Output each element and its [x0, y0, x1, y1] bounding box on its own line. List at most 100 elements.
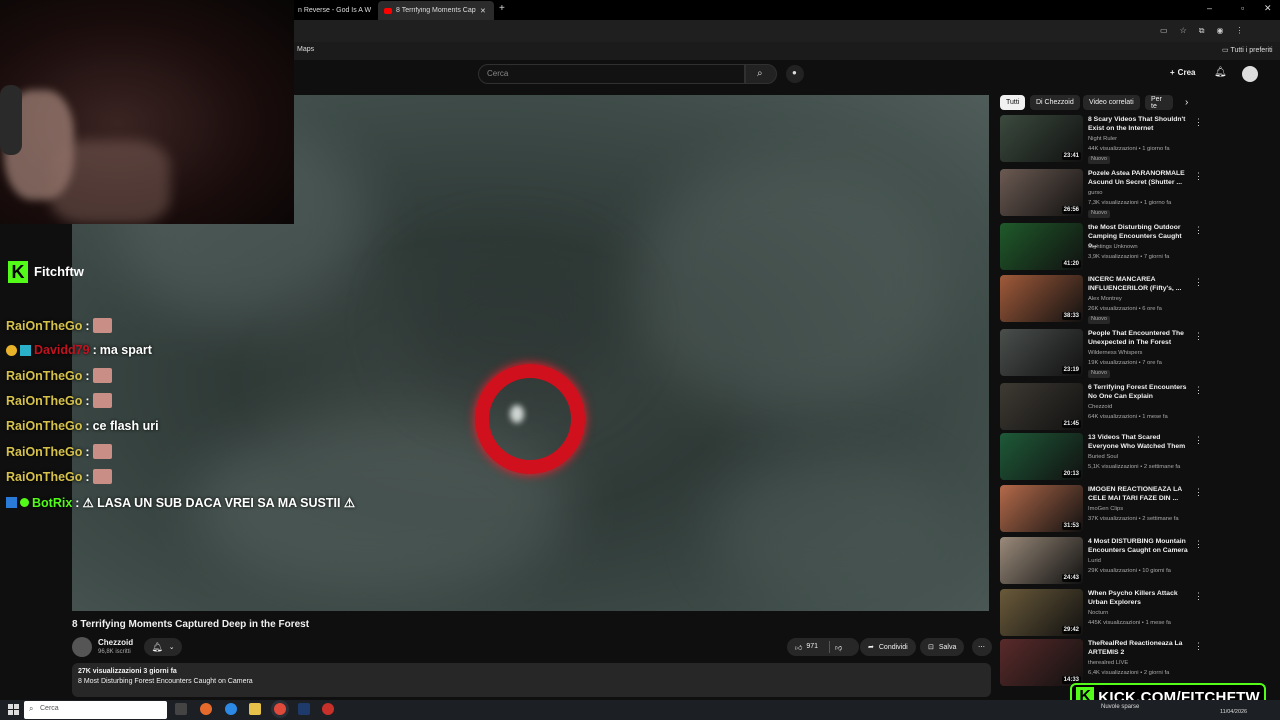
video-thumbnail[interactable]: 29:42	[1000, 589, 1083, 636]
more-options-icon[interactable]: ⋮	[1194, 641, 1203, 652]
like-button[interactable]: 👍︎ 971	[795, 643, 818, 652]
windows-start-icon[interactable]	[8, 704, 19, 715]
video-thumbnail[interactable]: 26:56	[1000, 169, 1083, 216]
description-box[interactable]: 27K visualizzazioni 3 giorni fa 8 Most D…	[72, 663, 991, 697]
file-explorer-icon[interactable]	[249, 703, 261, 715]
recommended-video-title[interactable]: 13 Videos That Scared Everyone Who Watch…	[1088, 433, 1188, 451]
recommended-video[interactable]: 38:33 INCERC MANCAREA INFLUENCERILOR (Fif…	[1000, 275, 1203, 325]
browser-tab-inactive[interactable]: n Reverse - God Is A W ✕	[292, 1, 374, 20]
photoshop-icon[interactable]	[298, 703, 310, 715]
recommended-video[interactable]: 21:45 6 Terrifying Forest Encounters No O…	[1000, 383, 1203, 433]
recommended-video-title[interactable]: When Psycho Killers Attack Urban Explore…	[1088, 589, 1188, 607]
task-view-icon[interactable]	[175, 703, 187, 715]
video-thumbnail[interactable]: 31:53	[1000, 485, 1083, 532]
recommended-channel[interactable]: Sightings Unknown	[1088, 243, 1138, 251]
more-options-icon[interactable]: ⋮	[1194, 171, 1203, 182]
video-thumbnail[interactable]: 23:19	[1000, 329, 1083, 376]
chip-from-channel[interactable]: Di Chezzoid	[1030, 95, 1080, 110]
recommended-video-title[interactable]: INCERC MANCAREA INFLUENCERILOR (Fifty's,…	[1088, 275, 1188, 293]
recommended-video-title[interactable]: 4 Most DISTURBING Mountain Encounters Ca…	[1088, 537, 1188, 555]
browser-tab-active[interactable]: 8 Terrifying Moments Captu ✕	[378, 1, 494, 20]
recommended-video-title[interactable]: People That Encountered The Unexpected i…	[1088, 329, 1188, 347]
search-input[interactable]: Cerca	[478, 64, 745, 84]
duration-badge: 29:42	[1061, 626, 1081, 634]
more-options-icon[interactable]: ⋮	[1194, 331, 1203, 342]
recommended-video[interactable]: 41:20 the Most Disturbing Outdoor Camping…	[1000, 223, 1203, 273]
recommended-channel[interactable]: Chezzoid	[1088, 403, 1112, 411]
video-thumbnail[interactable]: 20:13	[1000, 433, 1083, 480]
create-button[interactable]: + Crea	[1170, 68, 1195, 77]
more-actions-button[interactable]: ⋯	[972, 638, 992, 656]
video-thumbnail[interactable]: 38:33	[1000, 275, 1083, 322]
new-tab-icon[interactable]: +	[499, 3, 505, 14]
recommended-video[interactable]: 23:19 People That Encountered The Unexpec…	[1000, 329, 1203, 379]
more-options-icon[interactable]: ⋮	[1194, 117, 1203, 128]
recommended-channel[interactable]: Night Ruler	[1088, 135, 1117, 143]
save-button[interactable]: ⊡ Salva	[920, 638, 965, 656]
app-icon[interactable]	[322, 703, 334, 715]
subscription-bell-button[interactable]: 🔔︎ ⌄	[144, 638, 182, 656]
recommended-video[interactable]: 14:33 TheRealRed Reactioneaza La ARTEMIS …	[1000, 639, 1203, 689]
chevron-right-icon[interactable]: ›	[1185, 97, 1188, 108]
close-icon[interactable]: ✕	[480, 7, 486, 15]
recommended-video-title[interactable]: 8 Scary Videos That Shouldn't Exist on t…	[1088, 115, 1188, 133]
recommended-video-title[interactable]: Pozele Astea PARANORMALE Ascund Un Secre…	[1088, 169, 1188, 187]
search-button[interactable]: ⌕	[745, 64, 777, 84]
window-close-icon[interactable]: ✕	[1264, 3, 1272, 14]
recommended-channel[interactable]: Nocturn	[1088, 609, 1108, 617]
more-options-icon[interactable]: ⋮	[1194, 435, 1203, 446]
recommended-channel[interactable]: Buried Soul	[1088, 453, 1118, 461]
more-options-icon[interactable]: ⋮	[1194, 487, 1203, 498]
taskbar-date[interactable]: 11/04/2026	[1220, 709, 1247, 715]
recommended-video-title[interactable]: IMOGEN REACTIONEAZA LA CELE MAI TARI FAZ…	[1088, 485, 1188, 503]
video-thumbnail[interactable]: 24:43	[1000, 537, 1083, 584]
voice-search-button[interactable]: ●	[786, 65, 804, 83]
profile-icon[interactable]: ◉	[1216, 26, 1223, 36]
edge-icon[interactable]	[225, 703, 237, 715]
video-thumbnail[interactable]: 23:41	[1000, 115, 1083, 162]
recommended-video-title[interactable]: 6 Terrifying Forest Encounters No One Ca…	[1088, 383, 1188, 401]
recommended-channel[interactable]: Wilderness Whispers	[1088, 349, 1142, 357]
chip-all[interactable]: Tutti	[1000, 95, 1026, 110]
recommended-video-title[interactable]: TheRealRed Reactioneaza La ARTEMIS 2	[1088, 639, 1188, 657]
recommended-channel[interactable]: Alex Montrey	[1088, 295, 1122, 303]
recommended-channel[interactable]: ImoGen Clips	[1088, 505, 1123, 513]
all-bookmarks-folder[interactable]: ▭ Tutti i preferiti	[1222, 46, 1273, 54]
maximize-icon[interactable]: ▫	[1241, 3, 1244, 13]
recommended-video[interactable]: 24:43 4 Most DISTURBING Mountain Encounte…	[1000, 537, 1203, 587]
chip-for-you[interactable]: Per te	[1145, 95, 1173, 110]
video-thumbnail[interactable]: 41:20	[1000, 223, 1083, 270]
recommended-video[interactable]: 26:56 Pozele Astea PARANORMALE Ascund Un …	[1000, 169, 1203, 219]
firefox-icon[interactable]	[200, 703, 212, 715]
weather-widget[interactable]: Nuvole sparse	[1101, 704, 1139, 710]
more-options-icon[interactable]: ⋮	[1194, 385, 1203, 396]
more-options-icon[interactable]: ⋮	[1194, 539, 1203, 550]
recommended-channel[interactable]: Lurid	[1088, 557, 1101, 565]
cast-icon[interactable]: ▭	[1160, 26, 1168, 36]
minimize-icon[interactable]: –	[1207, 3, 1212, 13]
taskbar-search-input[interactable]: ⌕ Cerca	[24, 701, 167, 719]
recommended-channel[interactable]: gurso	[1088, 189, 1103, 197]
recommended-video[interactable]: 29:42 When Psycho Killers Attack Urban Ex…	[1000, 589, 1203, 639]
chip-related[interactable]: Video correlati	[1083, 95, 1140, 110]
recommended-channel[interactable]: therealred LIVE	[1088, 659, 1128, 667]
channel-name[interactable]: Chezzoid	[98, 638, 133, 647]
share-button[interactable]: ➦ Condividi	[860, 638, 916, 656]
avatar[interactable]	[1242, 66, 1258, 82]
menu-icon[interactable]: ⋮	[1235, 26, 1243, 36]
recommended-video[interactable]: 31:53 IMOGEN REACTIONEAZA LA CELE MAI TAR…	[1000, 485, 1203, 535]
bookmark-maps[interactable]: Maps	[297, 46, 314, 53]
recommended-video[interactable]: 20:13 13 Videos That Scared Everyone Who …	[1000, 433, 1203, 483]
chrome-icon[interactable]	[274, 703, 286, 715]
notifications-bell-icon[interactable]: 🔔︎	[1214, 67, 1227, 78]
thumbs-down-icon[interactable]: 👎︎	[835, 643, 842, 652]
star-icon[interactable]: ☆	[1180, 26, 1187, 36]
recommended-video[interactable]: 23:41 8 Scary Videos That Shouldn't Exist…	[1000, 115, 1203, 165]
video-thumbnail[interactable]: 14:33	[1000, 639, 1083, 686]
channel-avatar[interactable]	[72, 637, 92, 657]
more-options-icon[interactable]: ⋮	[1194, 591, 1203, 602]
more-options-icon[interactable]: ⋮	[1194, 277, 1203, 288]
video-thumbnail[interactable]: 21:45	[1000, 383, 1083, 430]
more-options-icon[interactable]: ⋮	[1194, 225, 1203, 236]
extensions-icon[interactable]: ⧉	[1199, 26, 1205, 36]
